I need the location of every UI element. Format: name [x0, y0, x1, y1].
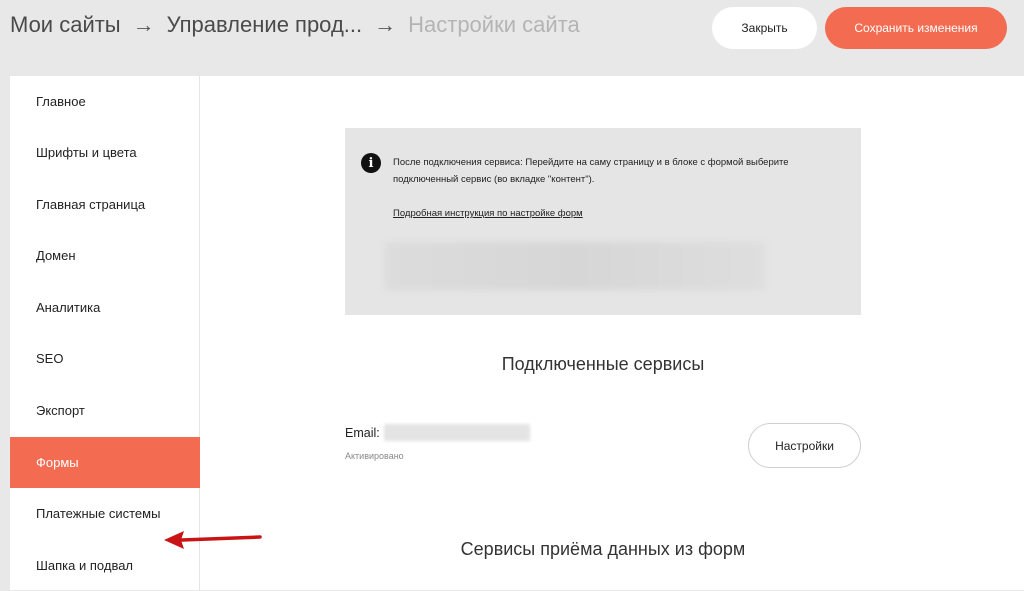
- blurred-content: [385, 242, 765, 290]
- settings-sidebar: Главное Шрифты и цвета Главная страница …: [10, 76, 200, 590]
- breadcrumb-separator: →: [132, 12, 155, 37]
- breadcrumb-my-sites[interactable]: Мои сайты: [10, 12, 121, 38]
- save-changes-button[interactable]: Сохранить изменения: [825, 7, 1007, 49]
- breadcrumb-separator: →: [374, 12, 397, 37]
- forms-instruction-link[interactable]: Подробная инструкция по настройке форм: [393, 208, 583, 219]
- connected-services-title: Подключенные сервисы: [501, 354, 705, 374]
- close-button[interactable]: Закрыть: [712, 7, 817, 49]
- email-settings-button[interactable]: Настройки: [748, 423, 861, 468]
- email-value-blurred: [384, 424, 530, 441]
- info-box: i После подключения сервиса: Перейдите н…: [345, 128, 861, 315]
- top-bar: Мои сайты → Управление прод... → Настрой…: [0, 0, 1024, 60]
- info-text: После подключения сервиса: Перейдите на …: [393, 157, 789, 185]
- info-icon: i: [361, 153, 381, 173]
- sidebar-item-analytics[interactable]: Аналитика: [10, 282, 200, 333]
- breadcrumb-manage-product[interactable]: Управление прод...: [167, 12, 363, 38]
- form-data-services-title: Сервисы приёма данных из форм: [460, 539, 746, 559]
- status-badge: Активировано: [345, 451, 404, 461]
- breadcrumb: Мои сайты → Управление прод... → Настрой…: [10, 12, 580, 38]
- settings-panel: Главное Шрифты и цвета Главная страница …: [10, 76, 1024, 590]
- sidebar-item-export[interactable]: Экспорт: [10, 385, 200, 436]
- sidebar-item-main[interactable]: Главное: [10, 76, 200, 127]
- breadcrumb-site-settings: Настройки сайта: [408, 12, 580, 37]
- sidebar-item-seo[interactable]: SEO: [10, 333, 200, 384]
- annotation-arrow-icon: [164, 531, 262, 549]
- sidebar-item-fonts-colors[interactable]: Шрифты и цвета: [10, 127, 200, 178]
- email-label: Email:: [345, 426, 380, 440]
- sidebar-item-home-page[interactable]: Главная страница: [10, 179, 200, 230]
- sidebar-item-domain[interactable]: Домен: [10, 230, 200, 281]
- sidebar-item-forms[interactable]: Формы: [10, 437, 200, 488]
